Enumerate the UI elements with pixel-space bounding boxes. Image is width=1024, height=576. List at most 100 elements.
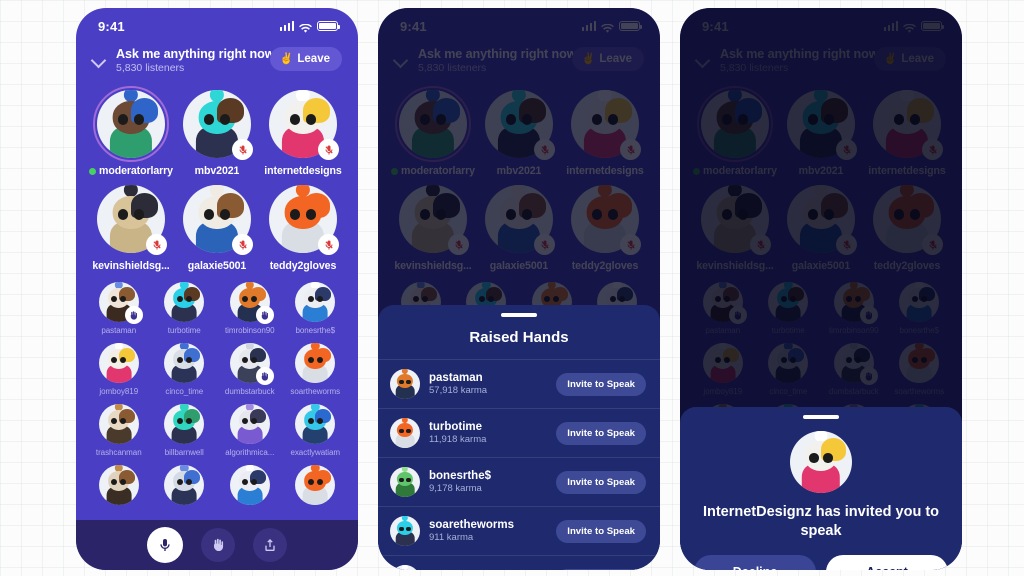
microphone-button[interactable] [147,527,183,563]
speaker-name: kevinshieldsg... [696,260,773,272]
avatar [790,431,852,493]
muted-microphone-icon [928,145,937,154]
speaker-name: internetdesigns [566,165,643,177]
inviter-avatar [790,431,852,493]
speaker-tile[interactable]: kevinshieldsg... [390,181,476,272]
listener-tile[interactable]: cinco_time [152,341,218,396]
speaker-tile[interactable]: galaxie5001 [174,181,260,272]
listener-tile[interactable]: dumbstarbuck [217,341,283,396]
raised-hand-row[interactable]: bonesrthe$ 9,178 karma Invite to Speak [378,457,660,506]
raise-hand-button[interactable] [201,528,235,562]
speaker-tile[interactable]: galaxie5001 [476,181,562,272]
sheet-drag-handle[interactable] [803,415,839,419]
battery-full-icon [921,21,944,31]
listener-tile[interactable]: jomboy819 [690,341,756,396]
avatar [98,465,139,505]
speaker-tile[interactable]: moderatorlarry [88,86,174,177]
listener-tile[interactable]: cinco_time [756,341,822,396]
raised-hand-row[interactable]: turbotime 11,918 karma Invite to Speak [378,408,660,457]
listener-tile[interactable]: turbotime [152,280,218,335]
speaker-tile[interactable]: internetdesigns [562,86,648,177]
listener-tile[interactable]: billbarnwell [152,402,218,457]
speaker-tile[interactable]: teddy2gloves [864,181,950,272]
leave-button[interactable]: ✌ Leave [571,47,644,71]
raised-hands-title: Raised Hands [469,329,569,346]
leave-button[interactable]: ✌ Leave [269,47,342,71]
speaker-tile[interactable]: galaxie5001 [778,181,864,272]
listener-name: exactlywatiam [290,448,341,457]
avatar [164,282,205,322]
listener-tile[interactable]: trashcanman [86,402,152,457]
status-bar: 9:41 [76,8,358,38]
chevron-down-icon[interactable] [694,51,712,69]
speaker-tile[interactable]: teddy2gloves [562,181,648,272]
speaker-tile[interactable]: kevinshieldsg... [692,181,778,272]
listener-name: jomboy819 [99,387,139,396]
muted-microphone-icon [238,240,247,249]
listener-tile[interactable]: jomboy819 [86,341,152,396]
listener-tile[interactable] [152,463,218,509]
speaker-tile[interactable]: mbv2021 [476,86,562,177]
listener-name: turbotime [771,326,805,335]
listener-tile[interactable]: timrobinson90 [821,280,887,335]
raised-hand-karma: 9,178 karma [429,483,482,494]
listener-avatar-wrap [832,280,878,324]
chevron-down-icon[interactable] [90,51,108,69]
listener-tile[interactable]: turbotime [756,280,822,335]
listener-tile[interactable]: dumbstarbuck [821,341,887,396]
listener-tile[interactable]: pastaman [690,280,756,335]
muted-microphone-icon [540,145,549,154]
listener-avatar-wrap [97,341,141,385]
listener-tile[interactable]: exactlywatiam [283,402,349,457]
listener-tile[interactable]: pastaman [86,280,152,335]
speaker-tile[interactable]: moderatorlarry [390,86,476,177]
listener-name: algorithmica... [225,448,275,457]
room-listener-count: 5,830 listeners [720,62,789,74]
listener-tile[interactable]: soartheworms [283,341,349,396]
invite-to-speak-button[interactable]: Invite to Speak [556,421,646,445]
invite-to-speak-button[interactable]: Invite to Speak [556,372,646,396]
raised-hand-row[interactable]: pastaman 57,918 karma Invite to Speak [378,359,660,408]
raised-hands-sheet: Raised Hands pastaman 57,918 karma Invite … [378,305,660,570]
invite-to-speak-button[interactable]: Invite to Speak [556,519,646,543]
speaker-name-text: galaxie5001 [187,260,247,272]
speaker-tile[interactable]: teddy2gloves [260,181,346,272]
listener-tile[interactable]: algorithmica... [217,402,283,457]
listener-tile[interactable]: bonesrthe$ [887,280,953,335]
raised-hand-row[interactable]: timrobinsonInvite to Speak [378,555,660,570]
listener-tile[interactable] [217,463,283,509]
chevron-down-icon[interactable] [392,51,410,69]
listener-tile[interactable] [283,463,349,509]
avatar [164,465,205,505]
speaker-tile[interactable]: moderatorlarry [692,86,778,177]
invite-to-speak-button[interactable]: Invite to Speak [556,470,646,494]
raised-hand-badge [124,306,143,324]
listener-tile[interactable]: bonesrthe$ [283,280,349,335]
speaker-tile[interactable]: internetdesigns [864,86,950,177]
speaker-tile[interactable]: internetdesigns [260,86,346,177]
listener-name: soartheworms [290,387,341,396]
speaker-name-text: teddy2gloves [571,260,639,272]
listener-tile[interactable] [86,463,152,509]
invite-to-speak-button[interactable]: Invite to Speak [556,568,646,570]
speaker-tile[interactable]: mbv2021 [778,86,864,177]
avatar [295,343,336,383]
raise-hand-icon [213,538,224,551]
invite-action-row: Decline Accept [694,554,948,570]
status-time-3: 9:41 [702,18,729,34]
listener-tile[interactable]: timrobinson90 [217,280,283,335]
raised-hand-badge [255,367,274,385]
avatar [390,565,420,570]
decline-button[interactable]: Decline [694,554,816,570]
share-button[interactable] [253,528,287,562]
raised-hand-row[interactable]: soaretheworms 911 karma Invite to Speak [378,506,660,555]
speaker-tile[interactable]: kevinshieldsg... [88,181,174,272]
listener-tile[interactable]: soartheworms [887,341,953,396]
speaker-avatar-wrap [481,86,557,162]
room-meta-3: Ask me anything right now 5,830 listener… [720,47,879,74]
muted-microphone-icon [324,145,333,154]
leave-button[interactable]: ✌ Leave [873,47,946,71]
raised-hand-karma: 11,918 karma [429,434,487,445]
speaker-tile[interactable]: mbv2021 [174,86,260,177]
accept-button[interactable]: Accept [826,554,948,570]
